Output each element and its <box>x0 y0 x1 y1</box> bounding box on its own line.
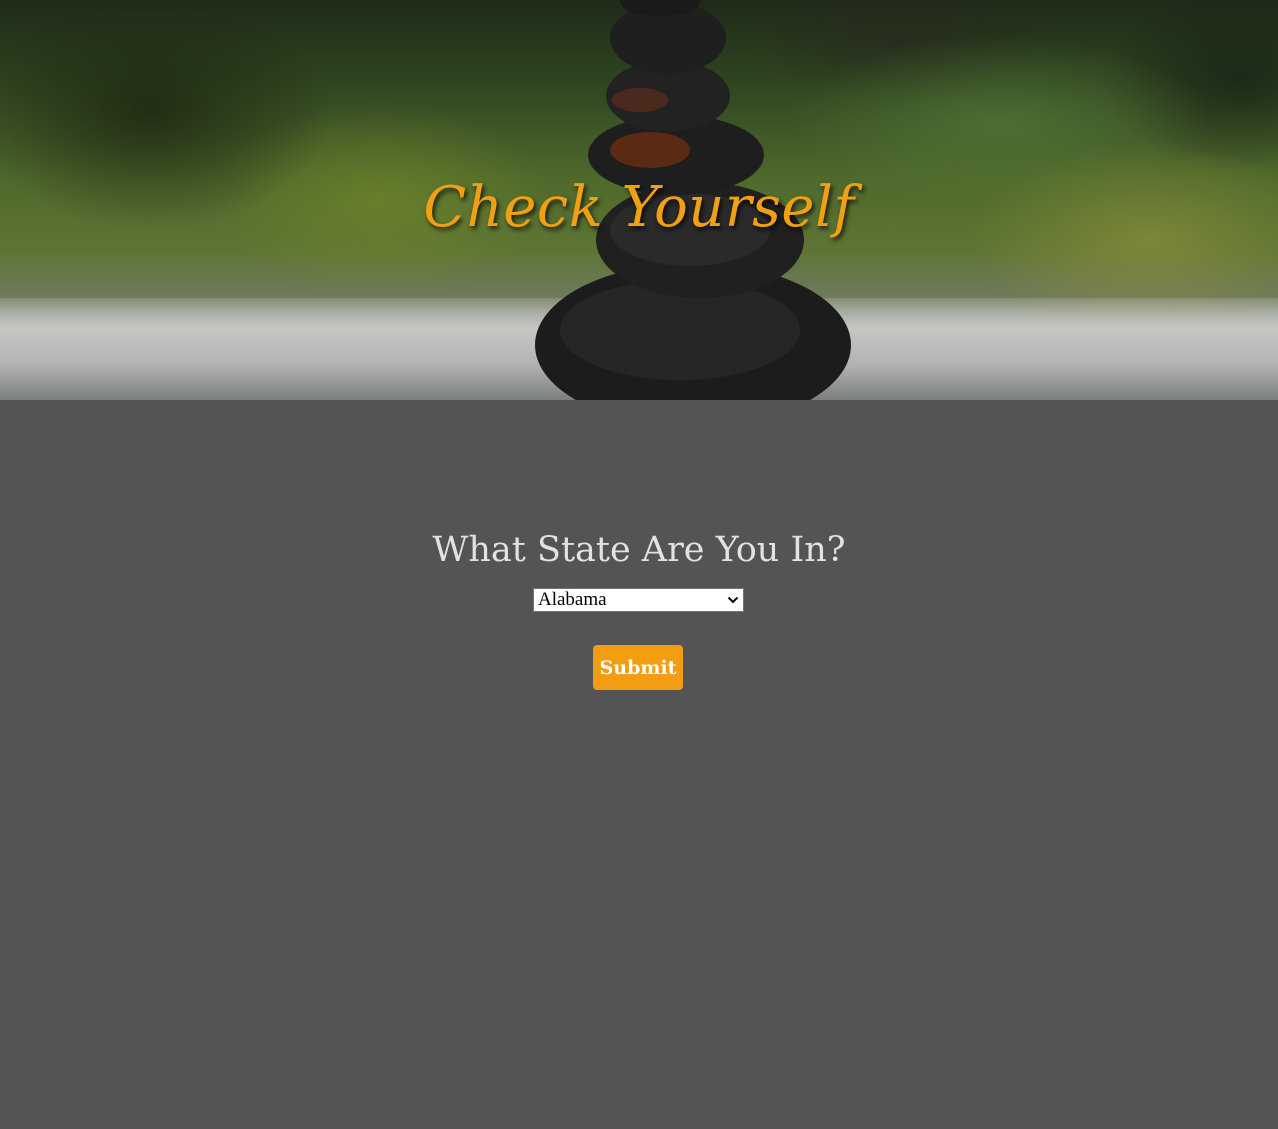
state-question-heading: What State Are You In? <box>432 530 846 570</box>
submit-button[interactable]: Submit <box>593 645 683 690</box>
chevron-down-icon <box>727 596 739 604</box>
state-select[interactable]: Alabama <box>533 588 744 612</box>
hero-banner: Check Yourself <box>0 0 1278 400</box>
state-select-value: Alabama <box>538 589 607 610</box>
main-section: What State Are You In? Alabama Submit <box>0 400 1278 1129</box>
page-title: Check Yourself <box>423 175 855 240</box>
